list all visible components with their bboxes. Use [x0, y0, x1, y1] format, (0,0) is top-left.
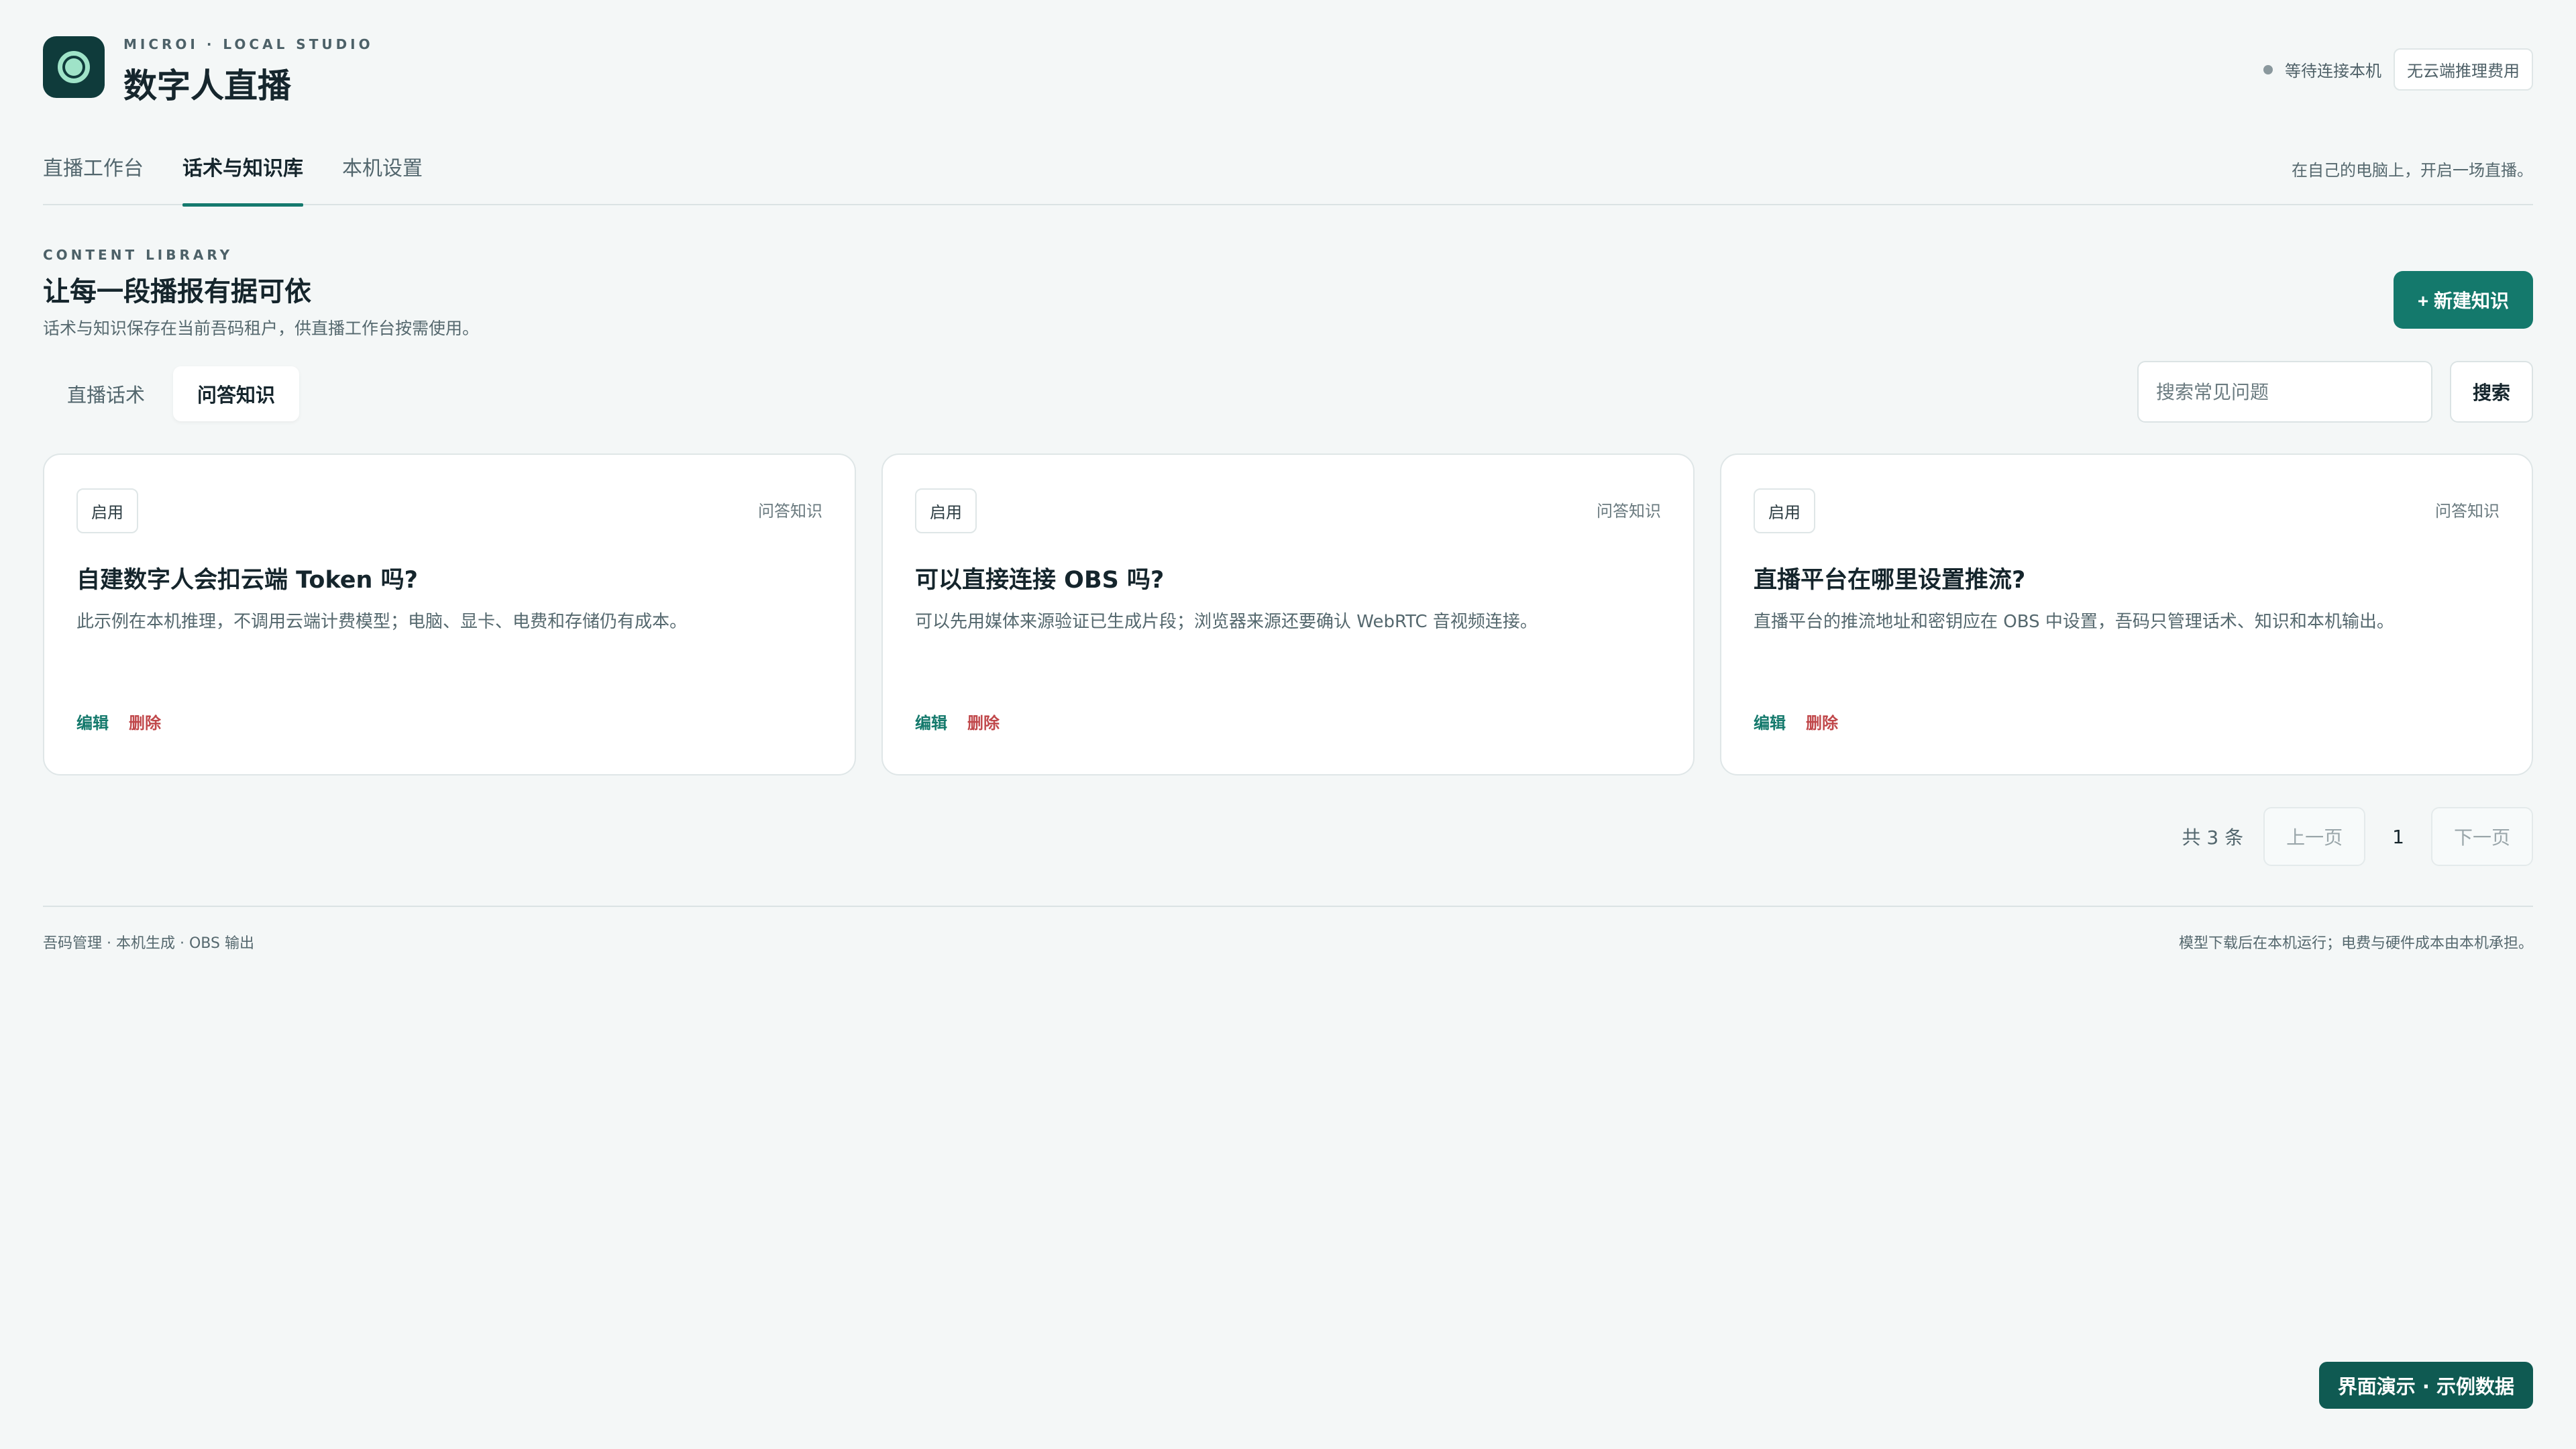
page-title: 让每一段播报有据可依 [43, 276, 311, 307]
current-page[interactable]: 1 [2385, 826, 2411, 848]
knowledge-card-list: 启用 问答知识 自建数字人会扣云端 Token 吗? 此示例在本机推理，不调用云… [43, 453, 2533, 775]
tab-live-workbench[interactable]: 直播工作台 [43, 152, 144, 205]
tab-local-settings[interactable]: 本机设置 [342, 152, 423, 205]
content-toolbar: 直播话术 问答知识 搜索 [43, 361, 2533, 425]
brand-subtitle: MICROI · LOCAL STUDIO [123, 36, 374, 52]
connection-status: 等待连接本机 无云端推理费用 [2263, 48, 2533, 91]
delete-link[interactable]: 删除 [1806, 710, 1838, 733]
edit-link[interactable]: 编辑 [915, 710, 947, 733]
status-text: 等待连接本机 [2285, 62, 2381, 80]
app-root: MICROI · LOCAL STUDIO 数字人直播 等待连接本机 无云端推理… [0, 0, 2576, 1449]
prev-page-button[interactable]: 上一页 [2263, 807, 2366, 866]
status-dot-icon [2263, 64, 2273, 74]
tab-scripts-knowledge[interactable]: 话术与知识库 [182, 152, 303, 207]
delete-link[interactable]: 删除 [129, 710, 161, 733]
delete-link[interactable]: 删除 [967, 710, 1000, 733]
section-eyebrow: CONTENT LIBRARY [43, 247, 233, 263]
card-title: 可以直接连接 OBS 吗? [915, 567, 1165, 594]
card-actions: 编辑 删除 [915, 710, 1000, 733]
card-title: 直播平台在哪里设置推流? [1754, 567, 2026, 594]
card-description: 此示例在本机推理，不调用云端计费模型；电脑、显卡、电费和存储仍有成本。 [76, 612, 688, 632]
search-button[interactable]: 搜索 [2450, 361, 2533, 423]
card-actions: 编辑 删除 [76, 710, 161, 733]
demo-data-badge: 界面演示 · 示例数据 [2318, 1362, 2533, 1409]
content-subtabs: 直播话术 问答知识 [43, 366, 300, 421]
next-page-button[interactable]: 下一页 [2430, 807, 2533, 866]
edit-link[interactable]: 编辑 [76, 710, 109, 733]
nav-tagline: 在自己的电脑上，开启一场直播。 [2292, 161, 2533, 180]
cost-badge: 无云端推理费用 [2394, 48, 2533, 91]
pagination: 共 3 条 上一页 1 下一页 [43, 806, 2533, 867]
card-type-label: 问答知识 [1597, 502, 1661, 521]
app-logo [43, 36, 105, 98]
subtab-live-scripts[interactable]: 直播话术 [43, 366, 169, 421]
knowledge-card: 启用 问答知识 自建数字人会扣云端 Token 吗? 此示例在本机推理，不调用云… [43, 453, 856, 775]
section-description: 话术与知识保存在当前吾码租户，供直播工作台按需使用。 [43, 319, 480, 338]
footer-right-text: 模型下载后在本机运行；电费与硬件成本由本机承担。 [2178, 935, 2533, 952]
footer-left-text: 吾码管理 · 本机生成 · OBS 输出 [43, 935, 254, 952]
page-footer: 吾码管理 · 本机生成 · OBS 输出 模型下载后在本机运行；电费与硬件成本由… [43, 906, 2533, 973]
total-count: 共 3 条 [2182, 826, 2244, 849]
card-actions: 编辑 删除 [1754, 710, 1838, 733]
search-area: 搜索 [2137, 361, 2533, 423]
card-title: 自建数字人会扣云端 Token 吗? [76, 567, 418, 594]
edit-link[interactable]: 编辑 [1754, 710, 1786, 733]
app-title: 数字人直播 [123, 66, 291, 105]
card-type-label: 问答知识 [758, 502, 822, 521]
status-badge: 启用 [76, 488, 138, 533]
status-badge: 启用 [915, 488, 977, 533]
main-nav: 直播工作台 话术与知识库 本机设置 在自己的电脑上，开启一场直播。 [43, 134, 2533, 207]
card-description: 可以先用媒体来源验证已生成片段；浏览器来源还要确认 WebRTC 音视频连接。 [915, 612, 1538, 632]
knowledge-card: 启用 问答知识 可以直接连接 OBS 吗? 可以先用媒体来源验证已生成片段；浏览… [881, 453, 1695, 775]
search-input[interactable] [2137, 361, 2432, 423]
record-icon [58, 51, 90, 83]
status-badge: 启用 [1754, 488, 1815, 533]
subtab-qa-knowledge[interactable]: 问答知识 [173, 366, 300, 421]
card-description: 直播平台的推流地址和密钥应在 OBS 中设置，吾码只管理话术、知识和本机输出。 [1754, 612, 2394, 632]
knowledge-card: 启用 问答知识 直播平台在哪里设置推流? 直播平台的推流地址和密钥应在 OBS … [1720, 453, 2533, 775]
app-header: MICROI · LOCAL STUDIO 数字人直播 等待连接本机 无云端推理… [43, 0, 2533, 134]
new-knowledge-button[interactable]: + 新建知识 [2393, 271, 2533, 329]
card-type-label: 问答知识 [2435, 502, 2500, 521]
section-header: CONTENT LIBRARY 让每一段播报有据可依 话术与知识保存在当前吾码租… [43, 247, 2533, 361]
